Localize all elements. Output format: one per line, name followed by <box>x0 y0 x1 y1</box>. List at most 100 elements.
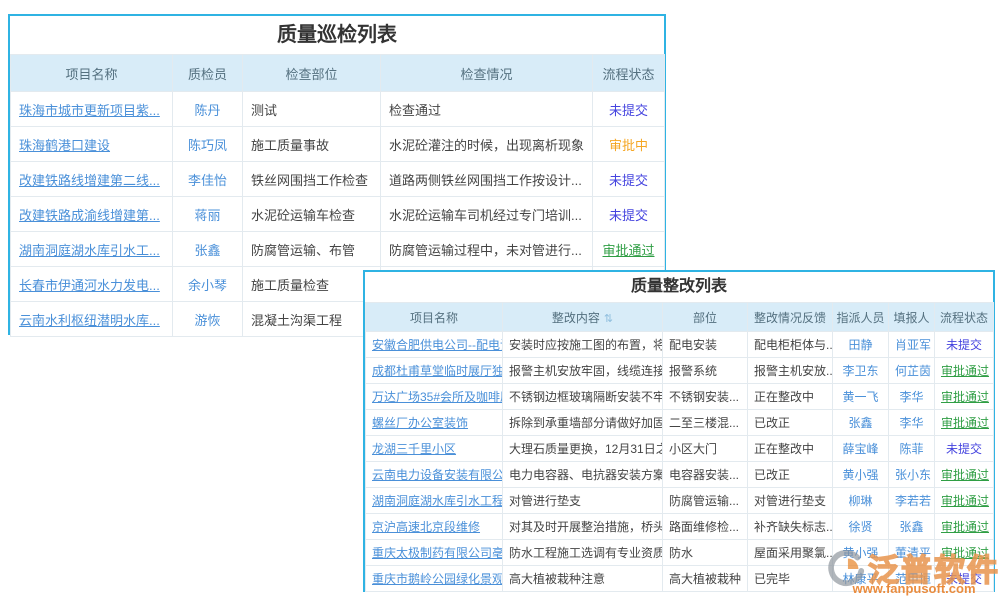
project-name-link[interactable]: 湖南洞庭湖水库引水工... <box>19 243 160 258</box>
workflow-status[interactable]: 审批通过 <box>941 518 989 535</box>
assignee-name: 张鑫 <box>848 416 872 430</box>
inspection-table-row: 改建铁路成渝线增建第... 蒋丽 水泥砼运输车检查 水泥砼运输车司机经过专门培训… <box>11 197 665 232</box>
column-header: 检查情况 <box>381 55 593 92</box>
assignee-name: 薛宝峰 <box>842 442 878 456</box>
assignee-name: 黄一飞 <box>842 390 878 404</box>
rectify-part-cell: 报警系统 <box>663 358 748 384</box>
assignee-name: 林康平 <box>842 572 878 586</box>
workflow-status[interactable]: 未提交 <box>609 170 648 189</box>
reporter-name: 张小东 <box>895 468 931 482</box>
workflow-status[interactable]: 未提交 <box>609 205 648 224</box>
project-name-link[interactable]: 云南水利枢纽潜明水库... <box>19 313 160 328</box>
workflow-status[interactable]: 审批通过 <box>941 544 989 561</box>
column-header: 指派人员 <box>833 303 889 332</box>
workflow-status[interactable]: 审批中 <box>609 135 648 154</box>
inspection-situation-cell: 防腐管运输过程中，未对管进行... <box>381 232 593 267</box>
column-header: 质检员 <box>173 55 243 92</box>
project-name-link[interactable]: 改建铁路线增建第二线... <box>19 173 160 188</box>
workflow-status[interactable]: 审批通过 <box>941 388 989 405</box>
project-name-link[interactable]: 重庆市鹅岭公园绿化景观提升... <box>372 572 503 586</box>
project-name-link[interactable]: 安徽合肥供电公司--配电设备... <box>372 338 503 352</box>
rectify-part-cell: 高大植被栽种 <box>663 566 748 592</box>
workflow-status[interactable]: 未提交 <box>946 336 982 353</box>
project-name-link[interactable]: 重庆太极制药有限公司亳州中... <box>372 546 503 560</box>
rectify-content-cell: 安装时应按施工图的布置，将... <box>503 332 663 358</box>
workflow-status[interactable]: 审批通过 <box>941 362 989 379</box>
inspection-part-cell: 水泥砼运输车检查 <box>243 197 381 232</box>
workflow-status[interactable]: 审批通过 <box>941 466 989 483</box>
rectification-table-row: 京沪高速北京段维修 对其及时开展整治措施，桥头... 路面维修检... 补齐缺失… <box>366 514 994 540</box>
project-name-link[interactable]: 改建铁路成渝线增建第... <box>19 208 160 223</box>
inspector-name: 张鑫 <box>194 243 220 258</box>
workflow-status[interactable]: 未提交 <box>946 570 982 587</box>
workflow-status[interactable]: 未提交 <box>609 100 648 119</box>
column-header: 整改内容⇅ <box>503 303 663 332</box>
project-name-link[interactable]: 长春市伊通河水力发电... <box>19 278 160 293</box>
rectification-table-row: 龙湖三千里小区 大理石质量更换，12月31日之... 小区大门 正在整改中 薛宝… <box>366 436 994 462</box>
column-header-label: 质检员 <box>188 67 227 82</box>
rectify-part-cell: 电容器安装... <box>663 462 748 488</box>
column-header-label: 检查情况 <box>460 67 512 82</box>
project-name-link[interactable]: 万达广场35#会所及咖啡厅空... <box>372 390 503 404</box>
project-name-link[interactable]: 云南电力设备安装有限公司20... <box>372 468 503 482</box>
rectify-part-cell: 小区大门 <box>663 436 748 462</box>
workflow-status[interactable]: 审批通过 <box>941 414 989 431</box>
rectification-table-row: 重庆市鹅岭公园绿化景观提升... 高大植被栽种注意 高大植被栽种 已完毕 林康平… <box>366 566 994 592</box>
rectify-content-cell: 对其及时开展整治措施，桥头... <box>503 514 663 540</box>
rectify-feedback-cell: 配电柜柜体与... <box>748 332 833 358</box>
project-name-link[interactable]: 成都杜甫草堂临时展厅独立展... <box>372 364 503 378</box>
inspection-header-row: 项目名称质检员检查部位检查情况流程状态 <box>11 55 665 92</box>
inspection-table-row: 改建铁路线增建第二线... 李佳怡 铁丝网围挡工作检查 道路两侧铁丝网围挡工作按… <box>11 162 665 197</box>
inspection-table-title: 质量巡检列表 <box>10 16 664 54</box>
reporter-name: 肖亚军 <box>895 338 931 352</box>
rectify-feedback-cell: 屋面采用聚氯... <box>748 540 833 566</box>
inspection-situation-cell: 水泥砼灌注的时候，出现离析现象 <box>381 127 593 162</box>
rectify-content-cell: 防水工程施工选调有专业资质... <box>503 540 663 566</box>
sort-icon[interactable]: ⇅ <box>604 313 613 325</box>
project-name-link[interactable]: 珠海市城市更新项目紫... <box>19 103 160 118</box>
rectification-table: 项目名称整改内容⇅部位整改情况反馈指派人员填报人流程状态 安徽合肥供电公司--配… <box>365 302 994 592</box>
rectification-table-row: 成都杜甫草堂临时展厅独立展... 报警主机安放牢固，线缆连接... 报警系统 报… <box>366 358 994 384</box>
rectify-content-cell: 电力电容器、电抗器安装方案,... <box>503 462 663 488</box>
assignee-name: 田静 <box>848 338 872 352</box>
workflow-status[interactable]: 审批通过 <box>602 240 654 259</box>
project-name-link[interactable]: 螺丝厂办公室装饰 <box>372 416 468 430</box>
workflow-status[interactable]: 审批通过 <box>941 492 989 509</box>
reporter-name: 李华 <box>899 390 923 404</box>
reporter-name: 董清平 <box>895 546 931 560</box>
rectification-table-title: 质量整改列表 <box>365 272 993 302</box>
page: 质量巡检列表 项目名称质检员检查部位检查情况流程状态 珠海市城市更新项目紫...… <box>0 0 1000 600</box>
column-header: 部位 <box>663 303 748 332</box>
column-header-label: 检查部位 <box>285 67 337 82</box>
inspection-part-cell: 混凝土沟渠工程 <box>243 302 381 337</box>
column-header-label: 项目名称 <box>410 311 458 325</box>
column-header-label: 整改情况反馈 <box>754 311 826 325</box>
inspection-table-row: 珠海鹤港口建设 陈巧凤 施工质量事故 水泥砼灌注的时候，出现离析现象 审批中 <box>11 127 665 162</box>
rectify-feedback-cell: 对管进行垫支 <box>748 488 833 514</box>
inspection-part-cell: 施工质量检查 <box>243 267 381 302</box>
inspection-part-cell: 防腐管运输、布管 <box>243 232 381 267</box>
rectify-content-cell: 对管进行垫支 <box>503 488 663 514</box>
column-header: 整改情况反馈 <box>748 303 833 332</box>
inspector-name: 陈丹 <box>194 103 220 118</box>
reporter-name: 张鑫 <box>899 520 923 534</box>
column-header: 流程状态 <box>935 303 994 332</box>
rectify-part-cell: 路面维修检... <box>663 514 748 540</box>
rectification-table-row: 重庆太极制药有限公司亳州中... 防水工程施工选调有专业资质... 防水 屋面采… <box>366 540 994 566</box>
project-name-link[interactable]: 龙湖三千里小区 <box>372 442 456 456</box>
reporter-name: 范甲恒 <box>895 572 931 586</box>
assignee-name: 李卫东 <box>842 364 878 378</box>
column-header: 项目名称 <box>11 55 173 92</box>
project-name-link[interactable]: 湖南洞庭湖水库引水工程施工标 <box>372 494 503 508</box>
project-name-link[interactable]: 京沪高速北京段维修 <box>372 520 480 534</box>
project-name-link[interactable]: 珠海鹤港口建设 <box>19 138 110 153</box>
rectify-feedback-cell: 已完毕 <box>748 566 833 592</box>
workflow-status[interactable]: 未提交 <box>946 440 982 457</box>
rectify-part-cell: 防水 <box>663 540 748 566</box>
inspector-name: 李佳怡 <box>188 173 227 188</box>
reporter-name: 李若若 <box>895 494 931 508</box>
inspector-name: 游恢 <box>194 313 220 328</box>
rectify-content-cell: 不锈钢边框玻璃隔断安装不牢... <box>503 384 663 410</box>
assignee-name: 黄小强 <box>842 468 878 482</box>
inspection-table-row: 珠海市城市更新项目紫... 陈丹 测试 检查通过 未提交 <box>11 92 665 127</box>
